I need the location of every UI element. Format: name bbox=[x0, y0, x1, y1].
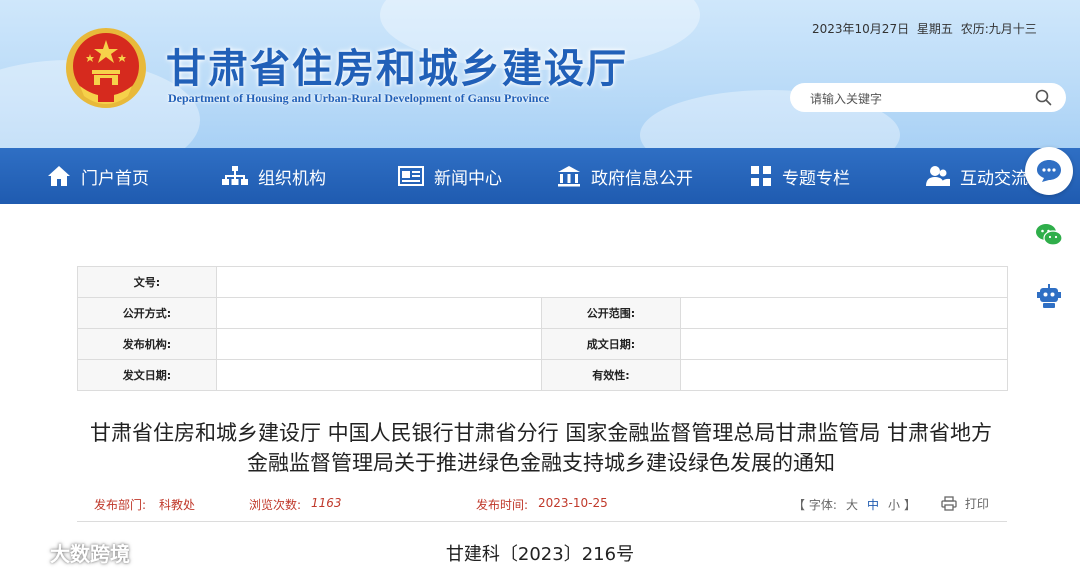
robot-assistant-button[interactable] bbox=[1033, 280, 1065, 312]
site-title: 甘肃省住房和城乡建设厅 bbox=[166, 46, 628, 92]
watermark-logo-icon bbox=[10, 542, 44, 560]
font-size-close: 】 bbox=[904, 498, 917, 512]
views-value: 1163 bbox=[311, 496, 342, 510]
document-meta-table: 文号: 公开方式: 公开范围: 发布机构: 成文日期: 发文日期: 有效性: bbox=[77, 266, 1009, 391]
government-building-icon bbox=[558, 166, 580, 187]
national-emblem-icon bbox=[66, 28, 146, 108]
font-size-open: 【 字体: bbox=[793, 498, 837, 512]
written-date-value bbox=[679, 328, 1009, 360]
current-weekday: 星期五 bbox=[916, 22, 953, 36]
validity-label: 有效性: bbox=[541, 359, 681, 391]
font-large-button[interactable]: 大 bbox=[846, 496, 858, 513]
issue-date-label: 发文日期: bbox=[77, 359, 217, 391]
users-icon bbox=[926, 166, 950, 186]
wechat-icon bbox=[1036, 224, 1063, 246]
print-button[interactable]: 打印 bbox=[941, 495, 989, 512]
publish-time-value: 2023-10-25 bbox=[538, 496, 608, 510]
font-medium-button[interactable]: 中 bbox=[867, 496, 879, 513]
disclosure-scope-label: 公开范围: bbox=[541, 297, 681, 329]
article-title: 甘肃省住房和城乡建设厅 中国人民银行甘肃省分行 国家金融监督管理总局甘肃监管局 … bbox=[89, 421, 993, 475]
issue-date-value bbox=[216, 359, 542, 391]
printer-icon bbox=[941, 496, 957, 511]
print-label: 打印 bbox=[964, 497, 989, 511]
nav-label: 门户首页 bbox=[81, 168, 149, 189]
nav-label: 政府信息公开 bbox=[591, 168, 693, 189]
org-chart-icon bbox=[222, 166, 248, 185]
dept-value: 科教处 bbox=[159, 498, 196, 512]
article-info-bar: 发布部门: 科教处 浏览次数: 1163 发布时间: 2023-10-25 【 … bbox=[77, 486, 1007, 522]
online-chat-button[interactable] bbox=[1025, 147, 1073, 195]
disclosure-scope-value bbox=[679, 297, 1009, 329]
nav-label: 专题专栏 bbox=[782, 168, 850, 189]
watermark-text: 大数跨境 bbox=[50, 542, 130, 566]
chat-bubble-icon bbox=[1037, 160, 1061, 182]
search-box[interactable]: 请输入关键字 bbox=[790, 83, 1066, 112]
main-nav: 门户首页 组织机构 新闻中心 政府信息公开 专题专栏 互动交流 bbox=[0, 148, 1080, 204]
date-line: 2023年10月27日 星期五 农历:九月十三 bbox=[812, 20, 1037, 37]
validity-value bbox=[679, 359, 1009, 391]
font-small-button[interactable]: 小 bbox=[888, 496, 900, 513]
nav-item-special-topics[interactable]: 专题专栏 bbox=[750, 148, 850, 204]
home-icon bbox=[48, 166, 70, 186]
search-icon[interactable] bbox=[1035, 89, 1052, 106]
watermark: 大数跨境 bbox=[8, 538, 130, 567]
disclosure-mode-label: 公开方式: bbox=[77, 297, 217, 329]
wechat-button[interactable] bbox=[1033, 219, 1065, 251]
nav-item-news[interactable]: 新闻中心 bbox=[398, 148, 502, 204]
doc-no-label: 文号: bbox=[77, 266, 217, 298]
nav-item-interaction[interactable]: 互动交流 bbox=[926, 148, 1028, 204]
grid-icon bbox=[751, 166, 771, 186]
nav-label: 互动交流 bbox=[960, 168, 1028, 189]
nav-item-gov-info[interactable]: 政府信息公开 bbox=[557, 148, 693, 204]
issuer-value bbox=[216, 328, 542, 360]
issuer-label: 发布机构: bbox=[77, 328, 217, 360]
nav-label: 组织机构 bbox=[258, 168, 326, 189]
site-header: 甘肃省住房和城乡建设厅 Department of Housing and Ur… bbox=[0, 0, 1080, 148]
document-number: 甘建科〔2023〕216号 bbox=[445, 544, 635, 565]
search-input[interactable]: 请输入关键字 bbox=[810, 90, 882, 107]
site-subtitle: Department of Housing and Urban-Rural De… bbox=[168, 91, 550, 105]
nav-item-home[interactable]: 门户首页 bbox=[47, 148, 149, 204]
nav-item-organization[interactable]: 组织机构 bbox=[222, 148, 326, 204]
disclosure-mode-value bbox=[216, 297, 542, 329]
nav-label: 新闻中心 bbox=[434, 168, 502, 189]
newspaper-icon bbox=[398, 166, 424, 186]
lunar-date: 农历:九月十三 bbox=[960, 22, 1037, 36]
robot-icon bbox=[1037, 284, 1061, 308]
doc-no-value bbox=[215, 266, 1009, 298]
written-date-label: 成文日期: bbox=[541, 328, 681, 360]
views-label: 浏览次数: bbox=[249, 498, 302, 512]
publish-time-label: 发布时间: bbox=[476, 498, 529, 512]
current-date: 2023年10月27日 bbox=[812, 22, 910, 36]
dept-label: 发布部门: bbox=[94, 498, 147, 512]
